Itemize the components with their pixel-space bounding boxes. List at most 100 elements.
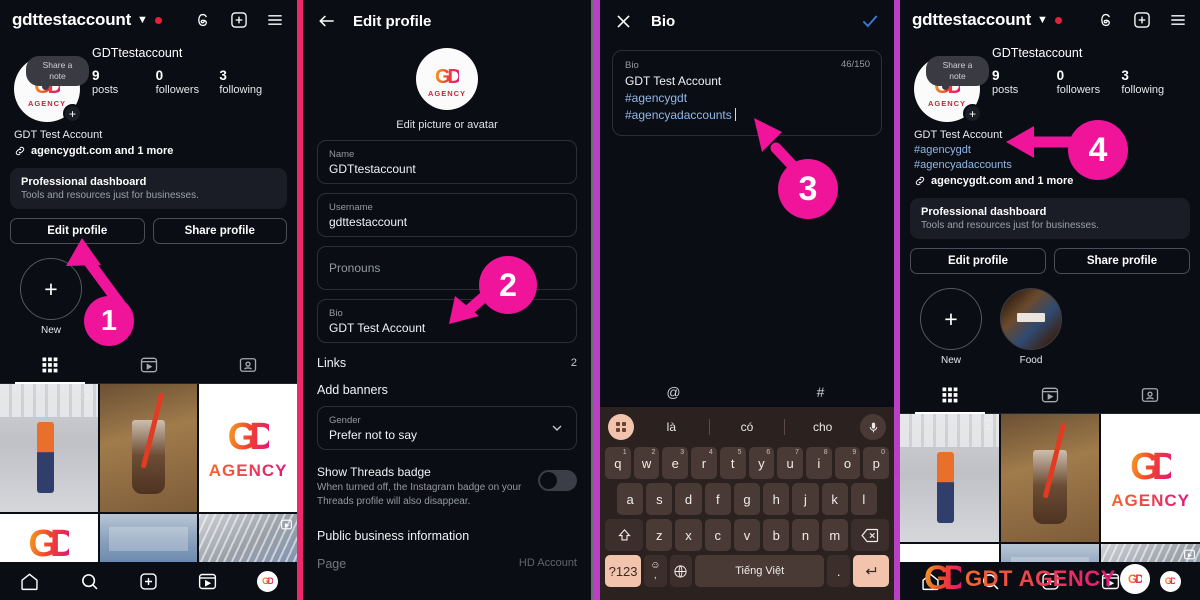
key-o[interactable]: o9 (834, 447, 861, 479)
professional-dashboard-card[interactable]: Professional dashboard Tools and resourc… (910, 198, 1190, 239)
field-username[interactable]: Username gdttestaccount (317, 193, 577, 237)
key-b[interactable]: b (763, 519, 790, 551)
chevron-down-icon[interactable]: ▼ (137, 14, 148, 26)
key-v[interactable]: v (733, 519, 761, 551)
account-handle[interactable]: gdttestaccount (912, 10, 1031, 30)
avatar-large[interactable]: GD AGENCY (416, 48, 478, 110)
edit-picture-link[interactable]: Edit picture or avatar (303, 119, 591, 131)
home-icon[interactable] (19, 571, 40, 592)
professional-dashboard-card[interactable]: Professional dashboard Tools and resourc… (10, 168, 287, 209)
suggestion-1[interactable]: là (634, 420, 709, 434)
row-links[interactable]: Links 2 (317, 356, 577, 370)
key-t[interactable]: t5 (719, 447, 746, 479)
stat-following[interactable]: 3 following (1121, 68, 1186, 96)
grid-cell[interactable] (99, 384, 198, 512)
grid-cell[interactable] (900, 414, 999, 542)
add-story-button[interactable]: + (963, 104, 982, 123)
threads-icon[interactable] (1096, 10, 1116, 30)
key-k[interactable]: k (821, 483, 848, 515)
key-j[interactable]: j (792, 483, 819, 515)
microphone-icon[interactable] (860, 414, 887, 440)
bio-link-row[interactable]: agencygdt.com and 1 more (14, 145, 283, 157)
reels-icon[interactable] (197, 571, 218, 592)
avatar-wrap[interactable]: Share a note GD AGENCY + (914, 56, 989, 123)
account-handle[interactable]: gdttestaccount (12, 10, 131, 30)
key-z[interactable]: z (646, 519, 673, 551)
plus-box-icon[interactable] (138, 571, 159, 592)
key-p[interactable]: p0 (863, 447, 890, 479)
key-q[interactable]: q1 (605, 447, 631, 479)
key-l[interactable]: l (850, 483, 877, 515)
key-m[interactable]: m (821, 519, 848, 551)
key-i[interactable]: i8 (805, 447, 832, 479)
new-highlight-icon[interactable]: + (920, 288, 982, 350)
tab-tagged[interactable] (1100, 378, 1200, 413)
plus-box-icon[interactable] (229, 10, 249, 30)
key-d[interactable]: d (675, 483, 702, 515)
row-add-banners[interactable]: Add banners (317, 383, 577, 397)
key-r[interactable]: r4 (691, 447, 717, 479)
numsym-key[interactable]: ?123 (605, 555, 642, 587)
share-note-bubble[interactable]: Share a note (926, 56, 989, 90)
stat-posts[interactable]: 9 posts (92, 68, 156, 96)
grid-cell[interactable]: GD AGENCY (1101, 414, 1200, 542)
share-profile-button[interactable]: Share profile (1054, 248, 1190, 274)
symbol-at[interactable]: @ (600, 377, 747, 407)
stat-followers[interactable]: 0 followers (1057, 68, 1122, 96)
hamburger-icon[interactable] (1168, 10, 1188, 30)
key-a[interactable]: a (617, 483, 644, 515)
key-h[interactable]: h (763, 483, 790, 515)
stat-followers[interactable]: 0 followers (156, 68, 220, 96)
tab-tagged[interactable] (198, 348, 297, 383)
profile-avatar-nav[interactable]: GD (256, 570, 278, 592)
tab-grid[interactable] (0, 348, 99, 383)
key-f[interactable]: f (704, 483, 731, 515)
key-y[interactable]: y6 (748, 447, 775, 479)
highlight-food[interactable]: Food (1000, 288, 1062, 366)
key-w[interactable]: w2 (633, 447, 660, 479)
key-s[interactable]: s (646, 483, 673, 515)
highlight-new[interactable]: + New (920, 288, 982, 366)
plus-box-icon[interactable] (1132, 10, 1152, 30)
key-x[interactable]: x (675, 519, 702, 551)
grid-cell[interactable]: GD AGENCY (199, 384, 297, 512)
key-n[interactable]: n (792, 519, 819, 551)
keyboard-menu-icon[interactable] (608, 414, 634, 440)
symbol-hash[interactable]: # (747, 377, 894, 407)
search-icon[interactable] (79, 571, 100, 592)
back-arrow-icon[interactable] (317, 11, 337, 31)
emoji-key[interactable]: ☺, (644, 555, 667, 587)
hamburger-icon[interactable] (265, 10, 285, 30)
language-key[interactable] (669, 555, 692, 587)
field-name[interactable]: Name GDTtestaccount (317, 140, 577, 184)
key-g[interactable]: g (733, 483, 761, 515)
enter-key[interactable] (852, 555, 889, 587)
threads-badge-toggle[interactable] (538, 470, 577, 491)
field-gender[interactable]: Gender Prefer not to say (317, 406, 577, 450)
edit-profile-button[interactable]: Edit profile (910, 248, 1046, 274)
bio-link-row[interactable]: agencygdt.com and 1 more (914, 175, 1186, 187)
tab-reels[interactable] (1000, 378, 1100, 413)
avatar-wrap[interactable]: Share a note GD AGENCY + (14, 56, 89, 123)
close-icon[interactable] (614, 12, 633, 31)
backspace-key[interactable] (850, 519, 890, 551)
grid-cell[interactable] (1000, 414, 1100, 542)
chevron-down-icon[interactable]: ▼ (1037, 14, 1048, 26)
share-note-bubble[interactable]: Share a note (26, 56, 89, 90)
share-profile-button[interactable]: Share profile (152, 218, 287, 244)
tab-grid[interactable] (900, 378, 1000, 413)
chevron-down-icon[interactable] (549, 420, 565, 436)
add-story-button[interactable]: + (63, 104, 82, 123)
suggestion-2[interactable]: có (710, 420, 785, 434)
space-key[interactable]: Tiếng Việt (694, 555, 825, 587)
highlight-cover[interactable] (1000, 288, 1062, 350)
profile-avatar-nav[interactable]: GD (1159, 570, 1181, 592)
grid-cell[interactable] (0, 384, 98, 512)
tab-reels[interactable] (99, 348, 198, 383)
threads-icon[interactable] (193, 10, 213, 30)
stat-following[interactable]: 3 following (219, 68, 283, 96)
key-u[interactable]: u7 (777, 447, 803, 479)
row-page-cut[interactable]: Page HD Account (317, 557, 577, 571)
suggestion-3[interactable]: cho (785, 420, 860, 434)
checkmark-icon[interactable] (860, 11, 880, 31)
